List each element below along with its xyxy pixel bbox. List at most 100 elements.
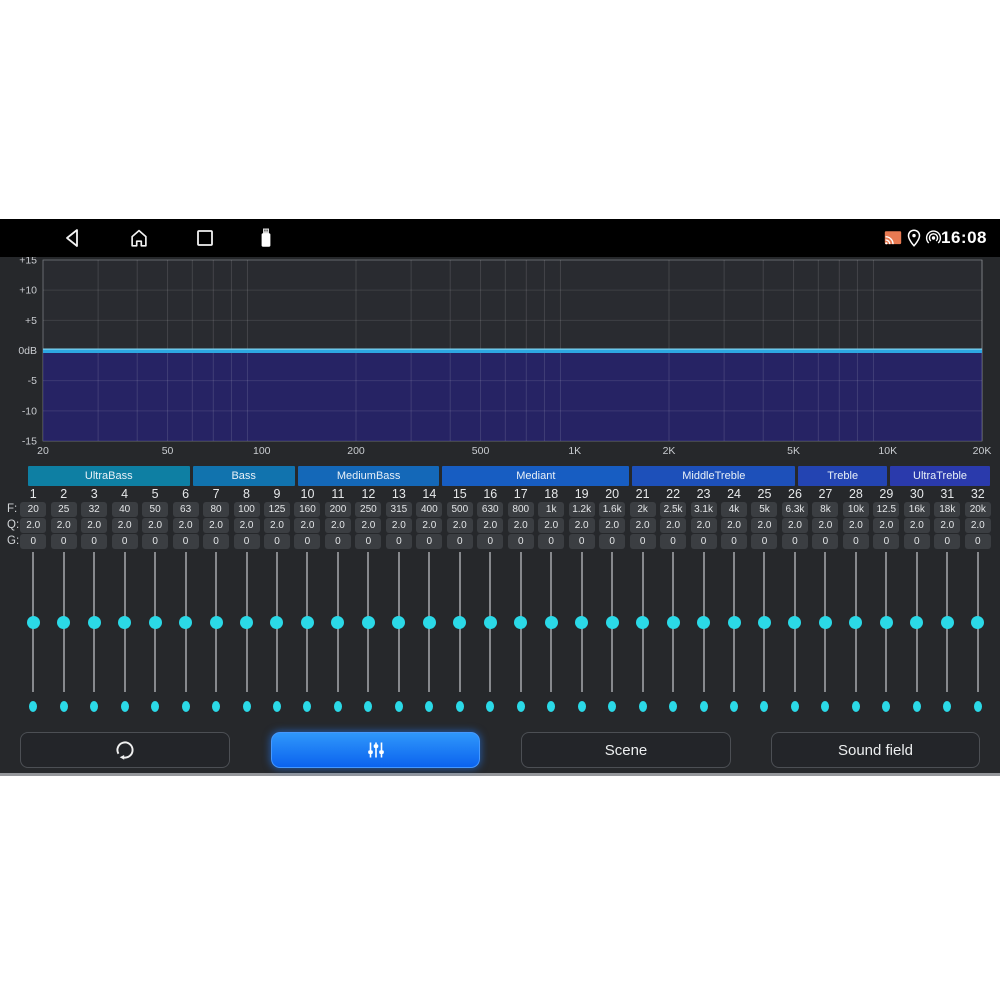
f-value-box[interactable]: 63 [173,502,199,517]
sound-field-button[interactable]: Sound field [771,732,980,768]
q-value-box[interactable]: 2.0 [660,518,686,533]
f-value-box[interactable]: 20k [965,502,991,517]
f-value-box[interactable]: 315 [386,502,412,517]
f-value-box[interactable]: 10k [843,502,869,517]
slider-knob[interactable] [179,616,192,629]
band-mediant[interactable]: Mediant [442,466,629,486]
band-bass[interactable]: Bass [193,466,295,486]
f-value-box[interactable]: 125 [264,502,290,517]
g-value-box[interactable]: 0 [386,534,412,549]
f-value-box[interactable]: 500 [447,502,473,517]
f-value-box[interactable]: 80 [203,502,229,517]
slider-knob[interactable] [118,616,131,629]
back-icon[interactable] [62,227,82,249]
q-value-box[interactable]: 2.0 [81,518,107,533]
usb-icon[interactable] [259,227,273,249]
f-value-box[interactable]: 16k [904,502,930,517]
slider-knob[interactable] [210,616,223,629]
f-value-box[interactable]: 800 [508,502,534,517]
g-value-box[interactable]: 0 [294,534,320,549]
slider-knob[interactable] [331,616,344,629]
slider-knob[interactable] [697,616,710,629]
f-value-box[interactable]: 32 [81,502,107,517]
slider-knob[interactable] [27,616,40,629]
q-value-box[interactable]: 2.0 [325,518,351,533]
g-value-box[interactable]: 0 [782,534,808,549]
slider-knob[interactable] [240,616,253,629]
q-value-box[interactable]: 2.0 [873,518,899,533]
g-value-box[interactable]: 0 [234,534,260,549]
slider-knob[interactable] [788,616,801,629]
slider-knob[interactable] [758,616,771,629]
slider-knob[interactable] [636,616,649,629]
band-treble[interactable]: Treble [798,466,887,486]
f-value-box[interactable]: 20 [20,502,46,517]
home-icon[interactable] [128,227,150,249]
f-value-box[interactable]: 6.3k [782,502,808,517]
slider-knob[interactable] [423,616,436,629]
slider-knob[interactable] [392,616,405,629]
g-value-box[interactable]: 0 [873,534,899,549]
slider-knob[interactable] [545,616,558,629]
g-value-box[interactable]: 0 [721,534,747,549]
slider-knob[interactable] [728,616,741,629]
q-value-box[interactable]: 2.0 [812,518,838,533]
q-value-box[interactable]: 2.0 [691,518,717,533]
slider-knob[interactable] [910,616,923,629]
f-value-box[interactable]: 4k [721,502,747,517]
band-ultratreble[interactable]: UltraTreble [890,466,990,486]
q-value-box[interactable]: 2.0 [294,518,320,533]
slider-knob[interactable] [606,616,619,629]
g-value-box[interactable]: 0 [81,534,107,549]
q-value-box[interactable]: 2.0 [934,518,960,533]
slider-knob[interactable] [57,616,70,629]
slider-knob[interactable] [514,616,527,629]
g-value-box[interactable]: 0 [447,534,473,549]
f-value-box[interactable]: 1.6k [599,502,625,517]
band-middletreble[interactable]: MiddleTreble [632,466,795,486]
slider-knob[interactable] [819,616,832,629]
g-value-box[interactable]: 0 [965,534,991,549]
q-value-box[interactable]: 2.0 [843,518,869,533]
slider-knob[interactable] [362,616,375,629]
slider-knob[interactable] [149,616,162,629]
q-value-box[interactable]: 2.0 [20,518,46,533]
q-value-box[interactable]: 2.0 [234,518,260,533]
q-value-box[interactable]: 2.0 [904,518,930,533]
q-value-box[interactable]: 2.0 [477,518,503,533]
slider-knob[interactable] [880,616,893,629]
f-value-box[interactable]: 3.1k [691,502,717,517]
f-value-box[interactable]: 100 [234,502,260,517]
eq-button[interactable] [271,732,480,768]
q-value-box[interactable]: 2.0 [569,518,595,533]
g-value-box[interactable]: 0 [630,534,656,549]
q-value-box[interactable]: 2.0 [173,518,199,533]
slider-knob[interactable] [453,616,466,629]
band-ultrabass[interactable]: UltraBass [28,466,190,486]
reset-button[interactable] [20,732,230,768]
g-value-box[interactable]: 0 [142,534,168,549]
q-value-box[interactable]: 2.0 [721,518,747,533]
g-value-box[interactable]: 0 [173,534,199,549]
f-value-box[interactable]: 40 [112,502,138,517]
g-value-box[interactable]: 0 [660,534,686,549]
f-value-box[interactable]: 200 [325,502,351,517]
g-value-box[interactable]: 0 [51,534,77,549]
g-value-box[interactable]: 0 [904,534,930,549]
g-value-box[interactable]: 0 [538,534,564,549]
f-value-box[interactable]: 160 [294,502,320,517]
f-value-box[interactable]: 400 [416,502,442,517]
g-value-box[interactable]: 0 [20,534,46,549]
slider-knob[interactable] [270,616,283,629]
slider-knob[interactable] [849,616,862,629]
q-value-box[interactable]: 2.0 [538,518,564,533]
g-value-box[interactable]: 0 [355,534,381,549]
q-value-box[interactable]: 2.0 [751,518,777,533]
q-value-box[interactable]: 2.0 [416,518,442,533]
slider-knob[interactable] [88,616,101,629]
q-value-box[interactable]: 2.0 [508,518,534,533]
f-value-box[interactable]: 12.5 [873,502,899,517]
q-value-box[interactable]: 2.0 [386,518,412,533]
g-value-box[interactable]: 0 [325,534,351,549]
g-value-box[interactable]: 0 [264,534,290,549]
